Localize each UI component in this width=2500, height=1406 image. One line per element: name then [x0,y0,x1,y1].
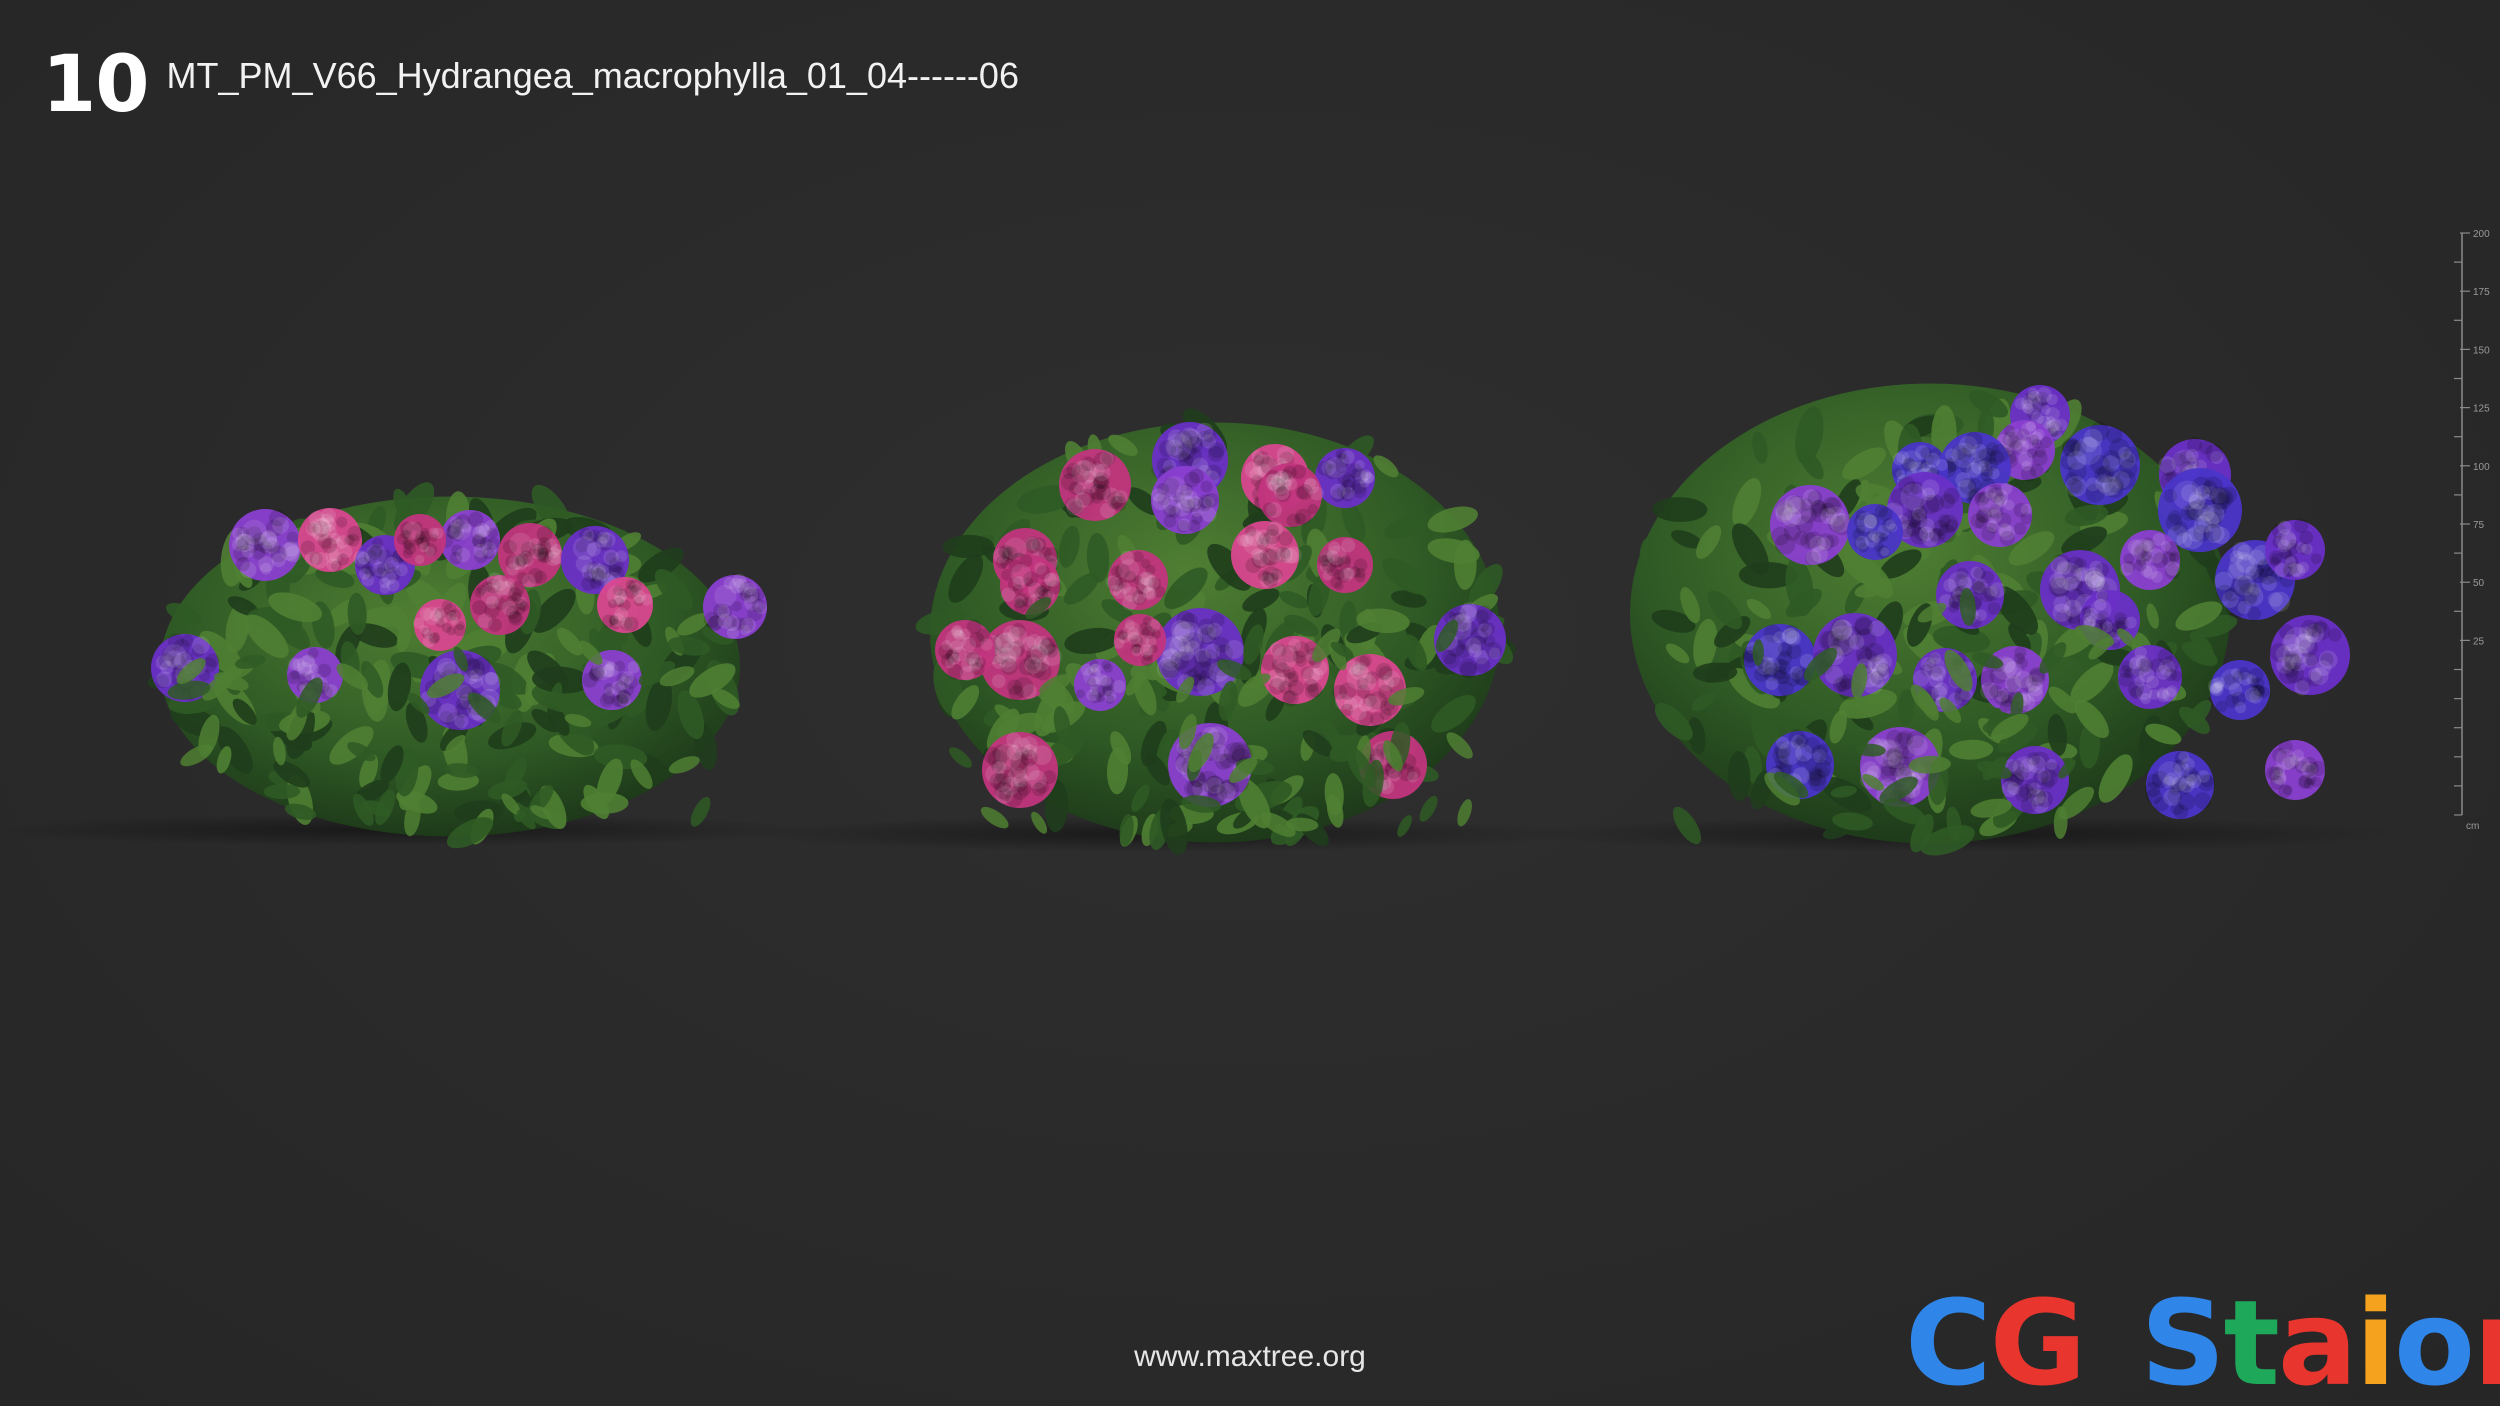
hydrangea-bloom [2265,740,2326,800]
scale-label: 25 [2473,636,2485,647]
scale-label: 200 [2473,229,2490,240]
hydrangea-bush-small [147,482,767,849]
watermark-letter: n [2473,1274,2500,1406]
hydrangea-bloom [982,732,1058,808]
scale-label: 175 [2473,287,2490,298]
scale-label: 150 [2473,345,2490,356]
hydrangea-bloom [1847,504,1903,560]
hydrangea-render [0,383,2400,856]
hydrangea-bloom [1968,482,2033,547]
hydrangea-bloom [229,509,302,581]
scale-label: 125 [2473,404,2490,415]
scale-label: 75 [2473,520,2485,531]
watermark-letter: G [1989,1274,2087,1406]
watermark-letter: a [2277,1274,2358,1406]
hydrangea-bloom [2265,518,2325,580]
hydrangea-bloom [597,577,653,633]
cg-staion-watermark-logo: CGStaion [1905,1278,2500,1406]
hydrangea-bloom [394,514,446,566]
hydrangea-bush-medium [915,408,1516,855]
hydrangea-bloom [703,573,767,639]
hydrangea-bloom [2269,615,2350,696]
scale-label: 50 [2473,578,2485,589]
scale-label: 100 [2473,462,2490,473]
watermark-letter: C [1905,1274,1992,1406]
hydrangea-bloom [1074,659,1126,711]
height-scale-ruler: 200 175 150 125 100 75 50 25 cm [2454,229,2490,832]
hydrangea-bush-large [1630,383,2350,856]
watermark-letter: t [2223,1274,2279,1406]
hydrangea-bloom [1151,466,1219,534]
hydrangea-bloom [1317,537,1373,593]
hydrangea-bloom [1059,449,1131,521]
hydrangea-bushes [147,383,2350,856]
hydrangea-bloom [1315,448,1375,508]
watermark-letter: i [2355,1274,2396,1406]
watermark-letter: o [2393,1274,2475,1406]
watermark-letter: S [2140,1274,2225,1406]
scale-unit: cm [2466,821,2479,832]
hydrangea-bloom [2118,645,2183,709]
